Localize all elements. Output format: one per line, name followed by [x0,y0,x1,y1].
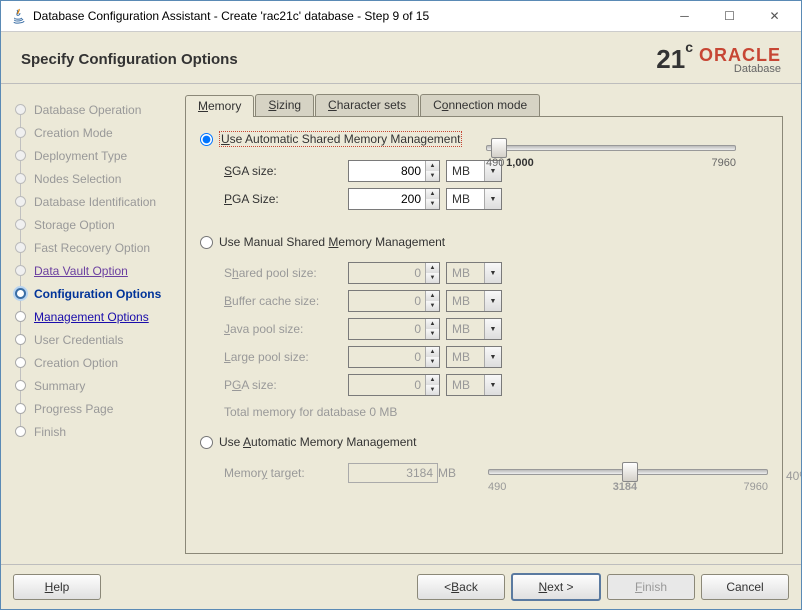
close-button[interactable]: ✕ [752,2,797,30]
step-user-credentials: User Credentials [15,328,171,351]
help-button[interactable]: Help [13,574,101,600]
tab-sizing[interactable]: Sizing [255,94,314,116]
memory-target-slider: 49031847960 40% [488,463,768,493]
radio-manual-memory-input[interactable] [200,236,213,249]
pga-manual-spinner: ▲▼ [348,374,440,396]
java-pool-spinner: ▲▼ [348,318,440,340]
footer: Help < Back Next > Finish Cancel [1,564,801,609]
step-fast-recovery-option: Fast Recovery Option [15,236,171,259]
shared-pool-unit: MB▼ [446,262,502,284]
radio-automatic-memory-input[interactable] [200,436,213,449]
step-progress-page: Progress Page [15,397,171,420]
radio-manual-memory[interactable]: Use Manual Shared Memory Management [200,235,768,249]
radio-automatic-memory[interactable]: Use Automatic Memory Management [200,435,768,449]
memory-slider[interactable]: 4901,0007960 [486,135,736,169]
pga-size-spinner[interactable]: ▲▼ [348,188,440,210]
finish-button: Finish [607,574,695,600]
cancel-button[interactable]: Cancel [701,574,789,600]
step-summary: Summary [15,374,171,397]
tab-bar: Memory Sizing Character sets Connection … [185,94,783,117]
tab-panel-memory: Use Automatic Shared Memory Management S… [185,117,783,554]
buffer-cache-spinner: ▲▼ [348,290,440,312]
step-sidebar: Database Operation Creation Mode Deploym… [1,84,181,564]
step-creation-mode: Creation Mode [15,121,171,144]
step-creation-option: Creation Option [15,351,171,374]
step-database-operation: Database Operation [15,98,171,121]
app-window: Database Configuration Assistant - Creat… [0,0,802,610]
window-title: Database Configuration Assistant - Creat… [33,9,662,23]
back-button[interactable]: < Back [417,574,505,600]
step-configuration-options: Configuration Options [15,282,171,305]
minimize-button[interactable]: ─ [662,2,707,30]
step-finish: Finish [15,420,171,443]
step-storage-option: Storage Option [15,213,171,236]
spinner-down-icon[interactable]: ▼ [426,171,439,181]
tab-character-sets[interactable]: Character sets [315,94,419,116]
tab-memory[interactable]: Memory [185,95,254,118]
step-database-identification: Database Identification [15,190,171,213]
tab-connection-mode[interactable]: Connection mode [420,94,540,116]
step-data-vault-option[interactable]: Data Vault Option [15,259,171,282]
java-icon [11,8,27,24]
body: Database Operation Creation Mode Deploym… [1,84,801,564]
memory-target-input [348,463,438,483]
step-deployment-type: Deployment Type [15,144,171,167]
pga-unit-combo[interactable]: MB▼ [446,188,502,210]
step-management-options[interactable]: Management Options [15,305,171,328]
radio-auto-shared-memory-input[interactable] [200,133,213,146]
large-pool-spinner: ▲▼ [348,346,440,368]
spinner-up-icon[interactable]: ▲ [426,161,439,171]
step-nodes-selection: Nodes Selection [15,167,171,190]
page-title: Specify Configuration Options [21,51,656,68]
page-header: Specify Configuration Options 21c ORACLE… [1,32,801,84]
titlebar: Database Configuration Assistant - Creat… [1,1,801,32]
oracle-logo: 21c ORACLE Database [656,44,781,75]
shared-pool-spinner: ▲▼ [348,262,440,284]
sga-size-spinner[interactable]: ▲▼ [348,160,440,182]
main-panel: Memory Sizing Character sets Connection … [181,84,801,564]
slider-thumb-icon[interactable] [491,138,507,158]
next-button[interactable]: Next > [511,573,601,601]
maximize-button[interactable]: ☐ [707,2,752,30]
total-memory-label: Total memory for database 0 MB [224,405,768,419]
